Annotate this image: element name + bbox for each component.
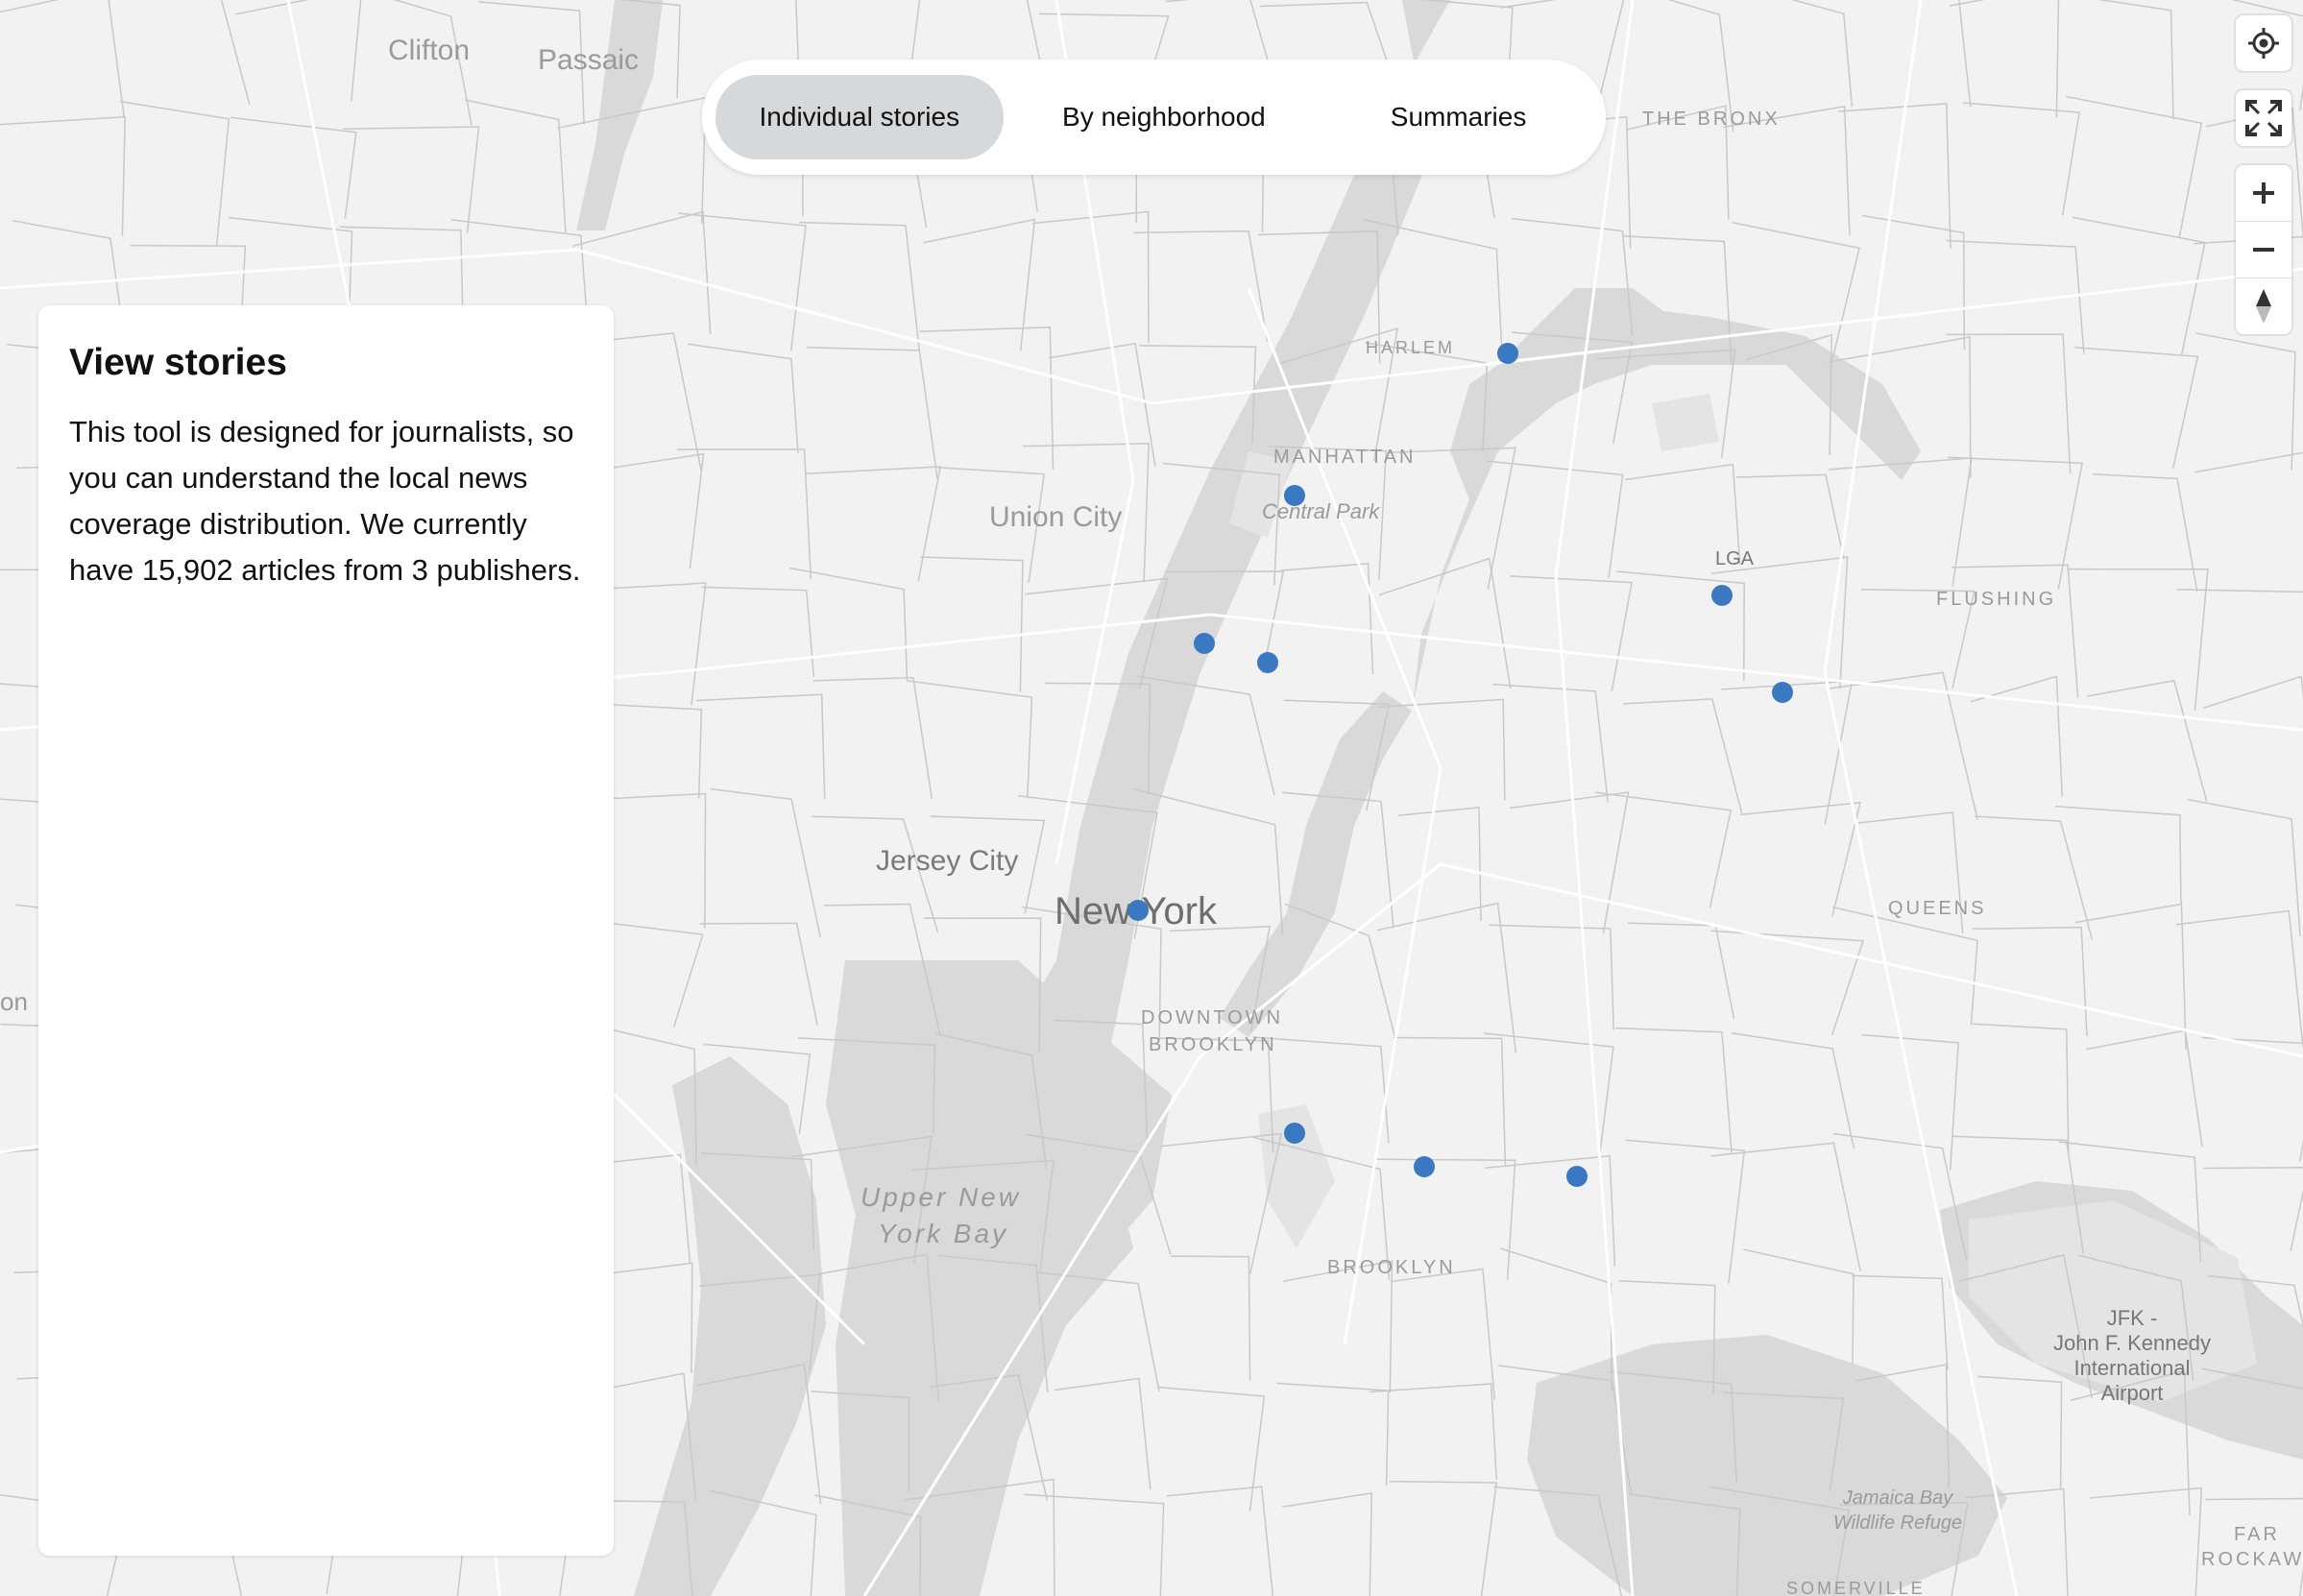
neighborhood-label: DOWNTOWN xyxy=(1141,1007,1283,1028)
info-panel: View stories This tool is designed for j… xyxy=(38,305,614,1556)
tab-summaries[interactable]: Summaries xyxy=(1324,75,1592,159)
park-label: Central Park xyxy=(1262,499,1380,523)
borough-label: MANHATTAN xyxy=(1273,447,1416,468)
neighborhood-label: HARLEM xyxy=(1366,338,1455,357)
story-marker[interactable] xyxy=(1284,485,1305,506)
panel-description: This tool is designed for journalists, s… xyxy=(69,415,581,587)
airport-label: JFK - xyxy=(2107,1306,2158,1330)
tab-by-neighborhood[interactable]: By neighborhood xyxy=(1013,75,1315,159)
borough-label: QUEENS xyxy=(1888,898,1986,919)
place-label: Passaic xyxy=(538,44,639,76)
fullscreen-control xyxy=(2236,90,2291,146)
story-marker[interactable] xyxy=(1566,1166,1588,1187)
story-marker[interactable] xyxy=(1414,1156,1435,1177)
airport-label: Airport xyxy=(2101,1381,2164,1405)
park-label: Jamaica Bay xyxy=(1842,1487,1953,1509)
story-marker[interactable] xyxy=(1284,1123,1305,1144)
airport-label: John F. Kennedy xyxy=(2053,1331,2211,1355)
fullscreen-icon xyxy=(2245,100,2282,136)
story-marker[interactable] xyxy=(1711,585,1733,606)
place-label: on xyxy=(0,987,28,1016)
neighborhood-label: BROOKLYN xyxy=(1149,1034,1277,1055)
story-marker[interactable] xyxy=(1772,682,1793,703)
neighborhood-label: FAR xyxy=(2234,1524,2280,1545)
airport-label: International xyxy=(2073,1356,2190,1380)
place-label: Clifton xyxy=(388,35,470,66)
neighborhood-label: SOMERVILLE xyxy=(1786,1579,1926,1596)
water-label: Upper New xyxy=(861,1182,1021,1212)
zoom-in-button[interactable] xyxy=(2236,165,2291,221)
navigation-control xyxy=(2236,165,2291,334)
geolocate-control xyxy=(2236,15,2291,71)
borough-label: THE BRONX xyxy=(1642,109,1781,130)
story-marker[interactable] xyxy=(1127,900,1149,921)
neighborhood-label: ROCKAW xyxy=(2201,1549,2303,1570)
place-label: Union City xyxy=(989,501,1122,533)
fullscreen-button[interactable] xyxy=(2236,90,2291,146)
compass-icon xyxy=(2256,289,2271,324)
story-marker[interactable] xyxy=(1257,652,1278,673)
park-label: Wildlife Refuge xyxy=(1833,1512,1962,1534)
tab-individual-stories[interactable]: Individual stories xyxy=(715,75,1004,159)
water-label: York Bay xyxy=(878,1219,1008,1248)
view-mode-tabs: Individual stories By neighborhood Summa… xyxy=(702,60,1606,175)
airport-label: LGA xyxy=(1715,548,1755,569)
compass-button[interactable] xyxy=(2236,278,2291,334)
plus-icon xyxy=(2253,182,2274,204)
story-marker[interactable] xyxy=(1497,343,1518,364)
story-marker[interactable] xyxy=(1194,633,1215,654)
panel-title: View stories xyxy=(69,342,287,383)
target-icon xyxy=(2248,28,2279,59)
minus-icon xyxy=(2253,248,2274,252)
zoom-out-button[interactable] xyxy=(2236,221,2291,278)
geolocate-button[interactable] xyxy=(2236,15,2291,71)
borough-label: BROOKLYN xyxy=(1327,1257,1456,1278)
place-label: Jersey City xyxy=(876,845,1018,877)
neighborhood-label: FLUSHING xyxy=(1936,589,2056,610)
